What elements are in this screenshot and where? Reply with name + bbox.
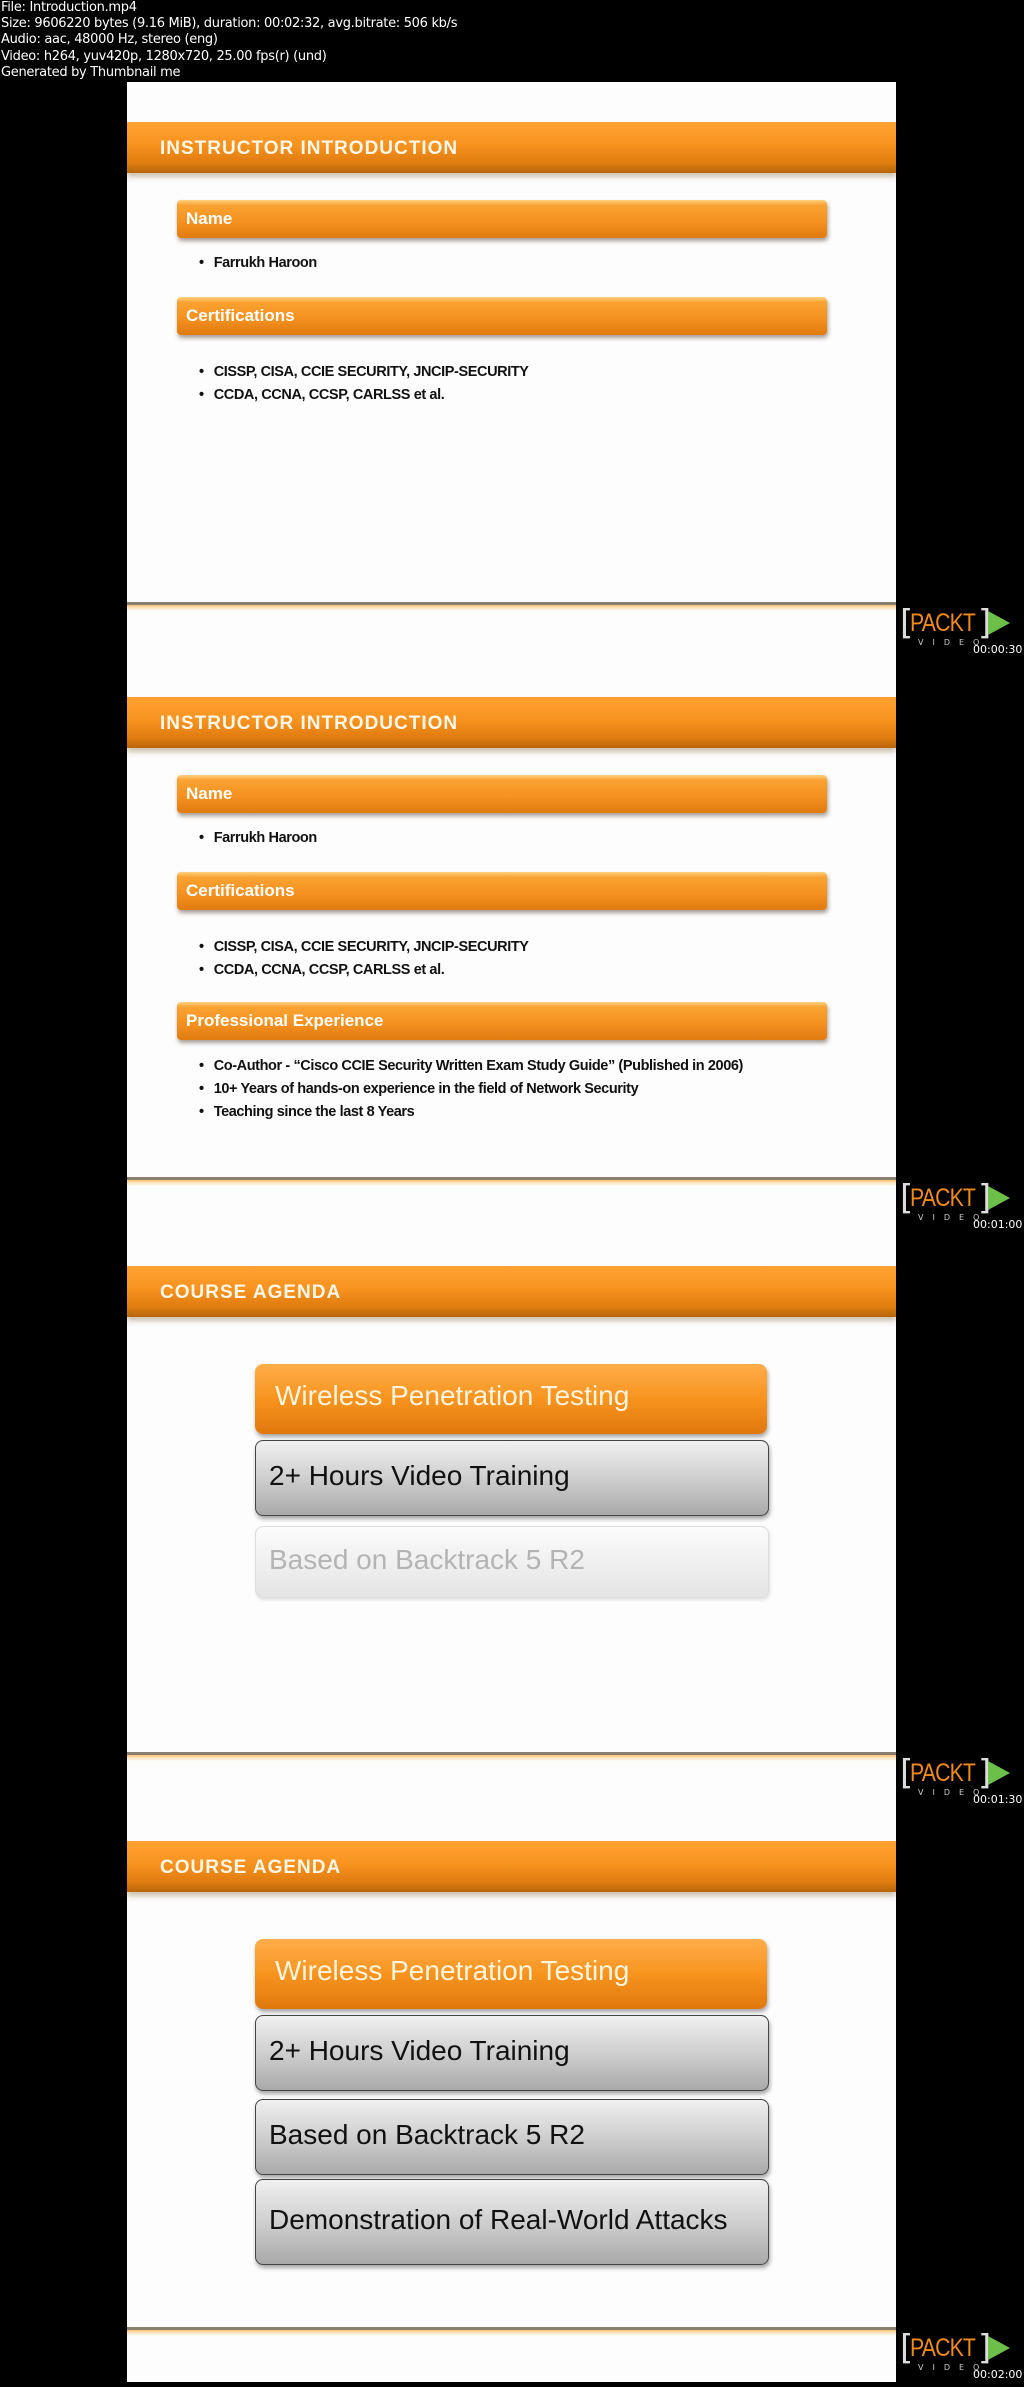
- name-list: Farrukh Haroon: [199, 252, 318, 275]
- video-info: Video: h264, yuv420p, 1280x720, 25.00 fp…: [1, 48, 327, 64]
- file-size: Size: 9606220 bytes (9.16 MiB), duration…: [1, 16, 458, 32]
- agenda-item-faded: Based on Backtrack 5 R2: [255, 1526, 769, 1598]
- footer-glow: [127, 2330, 896, 2336]
- section-header-certifications: Certifications: [177, 872, 827, 910]
- list-item: Farrukh Haroon: [199, 827, 318, 850]
- agenda-item: Demonstration of Real-World Attacks: [255, 2179, 769, 2265]
- list-item: CISSP, CISA, CCIE SECURITY, JNCIP-SECURI…: [199, 361, 529, 384]
- frame-timestamp: 00:01:00: [973, 1218, 1023, 1231]
- agenda-item: 2+ Hours Video Training: [255, 1440, 769, 1516]
- list-item: Co-Author - “Cisco CCIE Security Written…: [199, 1055, 744, 1078]
- file-info-header: File: Introduction.mp4 Size: 9606220 byt…: [1, 0, 457, 81]
- slide-title-bar: COURSE AGENDA: [127, 1266, 896, 1317]
- footer-glow: [127, 1755, 896, 1761]
- certifications-list: CISSP, CISA, CCIE SECURITY, JNCIP-SECURI…: [199, 361, 529, 407]
- list-item: Teaching since the last 8 Years: [199, 1101, 743, 1124]
- frame-timestamp: 00:01:30: [973, 1793, 1023, 1806]
- agenda-item: Based on Backtrack 5 R2: [255, 2099, 769, 2175]
- agenda-item-highlight: Wireless Penetration Testing: [255, 1939, 767, 2009]
- file-name: File: Introduction.mp4: [1, 0, 137, 15]
- list-item: CISSP, CISA, CCIE SECURITY, JNCIP-SECURI…: [199, 936, 529, 959]
- agenda-label: Based on Backtrack 5 R2: [269, 2119, 585, 2150]
- agenda-label: 2+ Hours Video Training: [269, 2035, 570, 2066]
- list-item: CCDA, CCNA, CCSP, CARLSS et al.: [199, 384, 529, 407]
- video-frame-2: INSTRUCTOR INTRODUCTION Name Farrukh Har…: [127, 657, 896, 1232]
- section-label: Certifications: [186, 306, 295, 325]
- logo-text: PACKT: [910, 1184, 976, 1212]
- list-item: 10+ Years of hands-on experience in the …: [199, 1078, 743, 1101]
- agenda-label: Wireless Penetration Testing: [275, 1380, 630, 1411]
- list-item: CCDA, CCNA, CCSP, CARLSS et al.: [199, 959, 529, 982]
- video-frame-4: COURSE AGENDA Wireless Penetration Testi…: [127, 1807, 896, 2382]
- slide-title-bar: INSTRUCTOR INTRODUCTION: [127, 697, 896, 748]
- play-icon: [988, 2336, 1010, 2360]
- section-label: Certifications: [186, 881, 295, 900]
- footer-glow: [127, 1180, 896, 1186]
- name-list: Farrukh Haroon: [199, 827, 318, 850]
- section-header-name: Name: [177, 775, 827, 813]
- logo-text: PACKT: [910, 1759, 976, 1787]
- certifications-list: CISSP, CISA, CCIE SECURITY, JNCIP-SECURI…: [199, 936, 529, 982]
- experience-list: Co-Author - “Cisco CCIE Security Written…: [199, 1055, 744, 1124]
- slide-title: INSTRUCTOR INTRODUCTION: [160, 138, 459, 159]
- agenda-label: Demonstration of Real-World Attacks: [269, 2204, 728, 2235]
- section-header-professional-experience: Professional Experience: [177, 1002, 827, 1040]
- frame-timestamp: 00:02:00: [973, 2368, 1023, 2381]
- generator-info: Generated by Thumbnail me: [1, 64, 181, 80]
- slide-title-bar: INSTRUCTOR INTRODUCTION: [127, 122, 896, 173]
- agenda-item: 2+ Hours Video Training: [255, 2015, 769, 2091]
- play-icon: [988, 611, 1010, 635]
- section-label: Professional Experience: [186, 1011, 384, 1030]
- video-frame-3: COURSE AGENDA Wireless Penetration Testi…: [127, 1232, 896, 1807]
- play-icon: [988, 1761, 1010, 1785]
- slide-title: COURSE AGENDA: [160, 1282, 342, 1303]
- slide-title-bar: COURSE AGENDA: [127, 1841, 896, 1892]
- agenda-label: 2+ Hours Video Training: [269, 1460, 570, 1491]
- section-header-certifications: Certifications: [177, 297, 827, 335]
- footer-glow: [127, 605, 896, 611]
- frame-timestamp: 00:00:30: [973, 643, 1023, 656]
- logo-text: PACKT: [910, 2334, 976, 2362]
- section-label: Name: [186, 784, 233, 803]
- video-frame-1: INSTRUCTOR INTRODUCTION Name Farrukh Har…: [127, 82, 896, 657]
- agenda-label: Based on Backtrack 5 R2: [269, 1544, 585, 1575]
- slide-title: COURSE AGENDA: [160, 1857, 342, 1878]
- audio-info: Audio: aac, 48000 Hz, stereo (eng): [1, 32, 218, 48]
- section-label: Name: [186, 209, 233, 228]
- section-header-name: Name: [177, 200, 827, 238]
- play-icon: [988, 1186, 1010, 1210]
- slide-title: INSTRUCTOR INTRODUCTION: [160, 713, 459, 734]
- list-item: Farrukh Haroon: [199, 252, 318, 275]
- agenda-label: Wireless Penetration Testing: [275, 1955, 630, 1986]
- logo-text: PACKT: [910, 609, 976, 637]
- agenda-item-highlight: Wireless Penetration Testing: [255, 1364, 767, 1434]
